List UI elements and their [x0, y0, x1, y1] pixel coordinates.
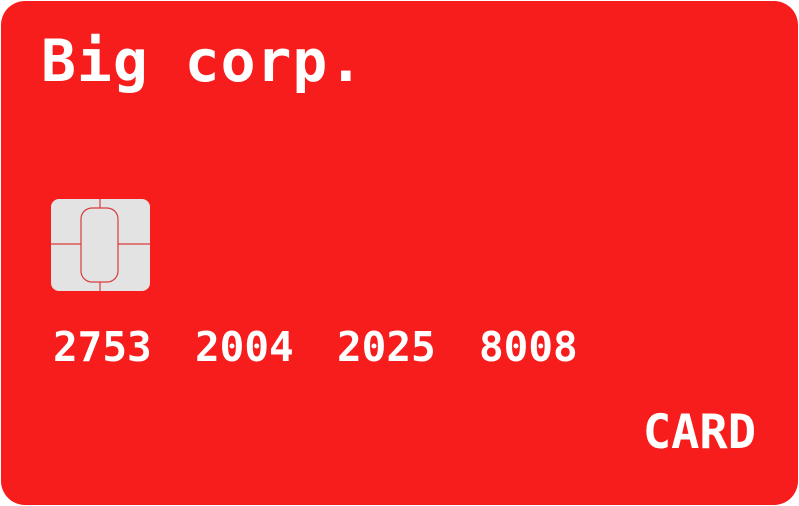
card-type-label: CARD [642, 405, 756, 460]
card-brand-name: Big corp. [41, 27, 365, 95]
emv-chip-icon [51, 199, 150, 291]
card-number-group-1: 2753 [53, 323, 152, 371]
card-number-group-2: 2004 [195, 323, 294, 371]
payment-card: Big corp. 2753 2004 2025 8008 CARD [1, 1, 798, 505]
chip-body [51, 199, 150, 291]
card-number-group-4: 8008 [479, 323, 578, 371]
card-number: 2753 2004 2025 8008 [53, 323, 585, 371]
card-number-group-3: 2025 [337, 323, 436, 371]
